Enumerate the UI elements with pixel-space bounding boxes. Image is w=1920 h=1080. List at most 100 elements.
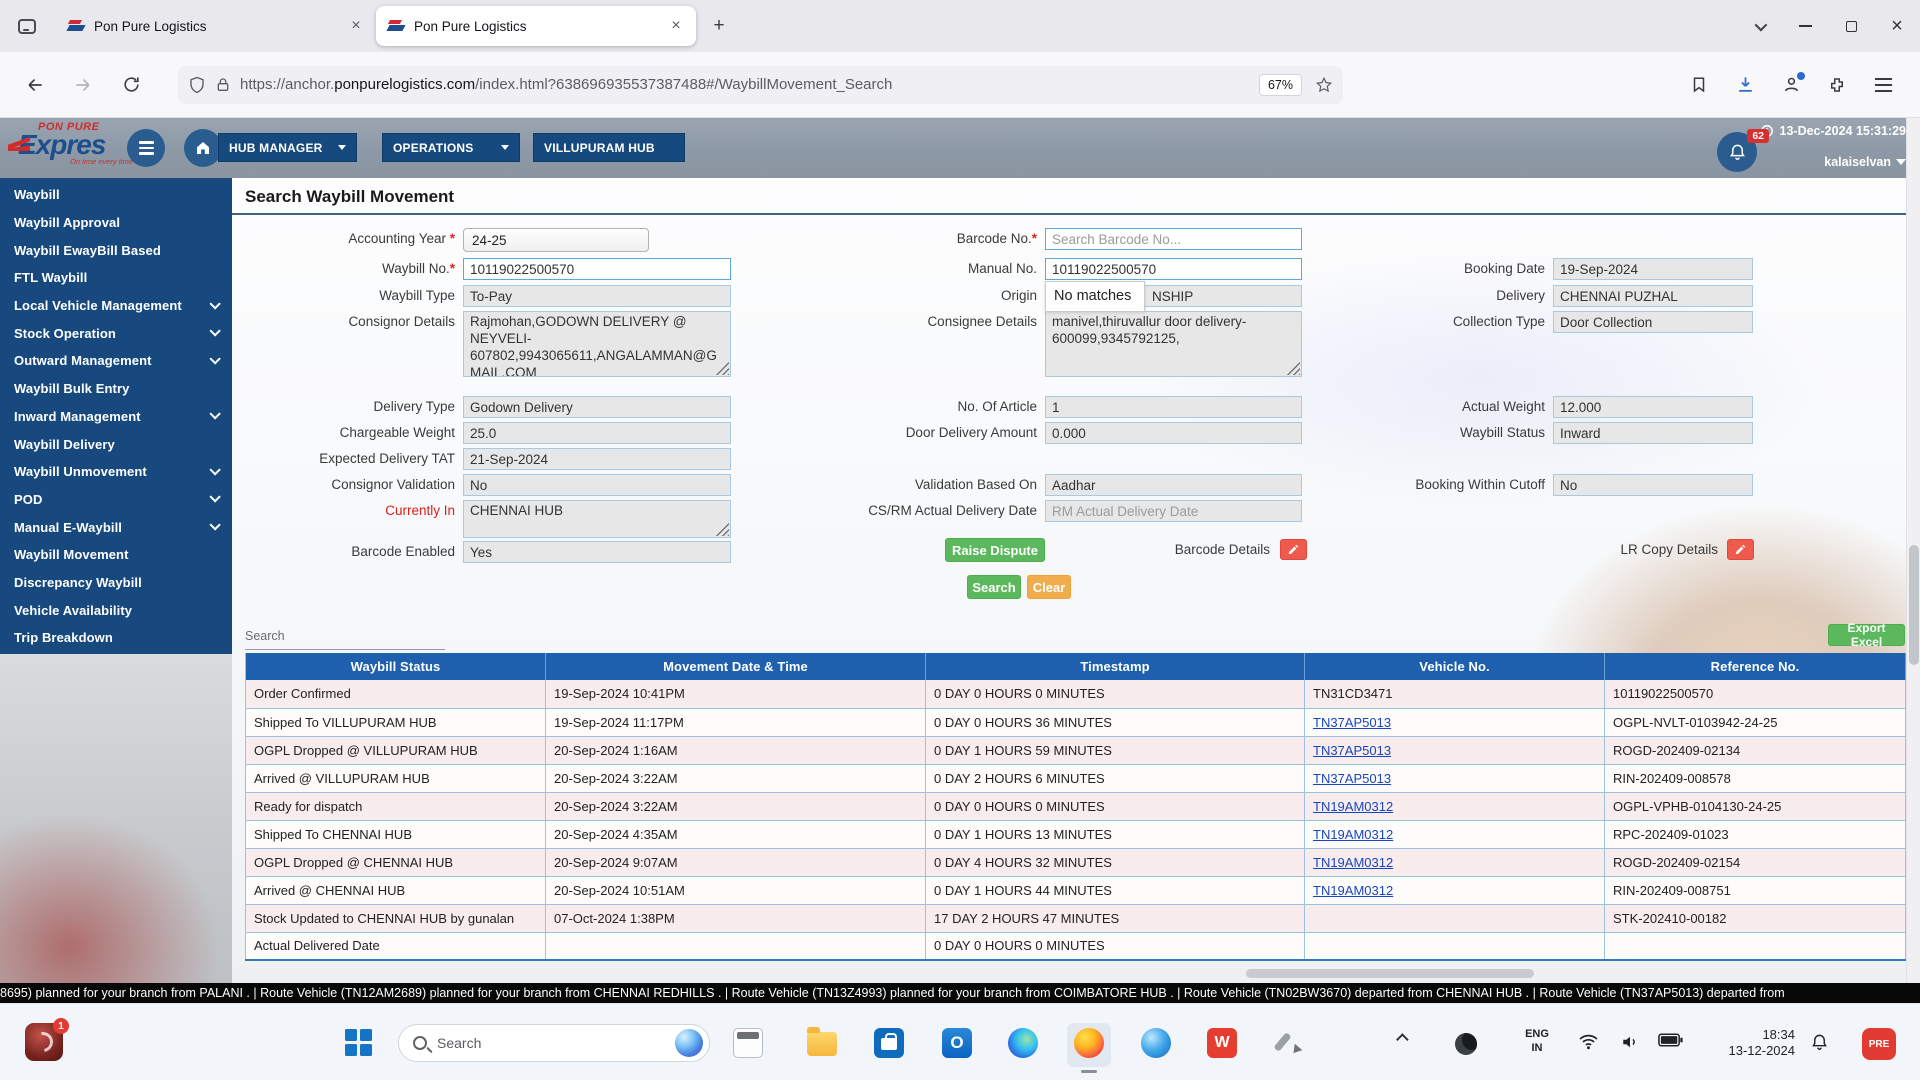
tab-close-icon[interactable]: ×: [346, 16, 366, 36]
cell-vehicle-no: [1305, 932, 1605, 960]
sidebar-item-waybill-unmovement[interactable]: Waybill Unmovement: [0, 458, 232, 486]
accounting-year-select[interactable]: [463, 228, 649, 252]
sidebar-item-label: Waybill Movement: [14, 547, 129, 562]
csrm-actual-delivery-date-input[interactable]: [1045, 500, 1302, 522]
outlook-icon[interactable]: O: [942, 1028, 972, 1058]
vehicle-link[interactable]: TN19AM0312: [1313, 827, 1393, 842]
window-maximize-button[interactable]: [1828, 5, 1874, 47]
skype-icon[interactable]: [1141, 1028, 1171, 1058]
extensions-icon[interactable]: [1826, 74, 1848, 96]
forward-icon[interactable]: [66, 68, 100, 102]
screen-recorder-badge[interactable]: PRE: [1862, 1028, 1896, 1060]
bookmark-star-icon[interactable]: [1315, 76, 1333, 94]
taskbar-search-box[interactable]: Search: [398, 1024, 710, 1062]
notifications-button[interactable]: 62: [1717, 132, 1757, 172]
vehicle-link[interactable]: TN37AP5013: [1313, 743, 1391, 758]
battery-icon[interactable]: [1658, 1033, 1683, 1047]
copilot-icon[interactable]: [675, 1029, 703, 1057]
reload-icon[interactable]: [114, 68, 148, 102]
window-minimize-button[interactable]: [1782, 5, 1828, 47]
sidebar-item-local-vehicle-management[interactable]: Local Vehicle Management: [0, 292, 232, 320]
tray-app-icon[interactable]: [1455, 1033, 1477, 1055]
browser-tab-1[interactable]: Pon Pure Logistics ×: [56, 6, 376, 46]
barcode-details-edit-button[interactable]: [1280, 539, 1307, 560]
notifications-bell-icon[interactable]: [1810, 1033, 1829, 1052]
sidebar-item-waybill[interactable]: Waybill: [0, 181, 232, 209]
ms-store-icon[interactable]: [874, 1028, 904, 1058]
downloads-icon[interactable]: [1734, 74, 1756, 96]
lr-copy-details-edit-button[interactable]: [1727, 539, 1754, 560]
home-button[interactable]: [184, 129, 222, 167]
zoom-level-badge[interactable]: 67%: [1259, 74, 1302, 96]
hidden-icons-chevron[interactable]: [1400, 1033, 1409, 1042]
search-button[interactable]: Search: [967, 575, 1021, 599]
hub-dropdown[interactable]: VILLUPURAM HUB: [533, 133, 685, 162]
list-tabs-icon[interactable]: [1736, 5, 1782, 47]
delivery-type-input: [463, 396, 731, 418]
waybill-type-input: [463, 285, 731, 307]
manual-no-input[interactable]: [1045, 258, 1302, 280]
field-barcode-no: Barcode No.*: [1045, 228, 1302, 250]
wps-office-icon[interactable]: W: [1207, 1028, 1237, 1058]
sidebar-item-manual-e-waybill[interactable]: Manual E-Waybill: [0, 513, 232, 541]
sidebar-item-ftl-waybill[interactable]: FTL Waybill: [0, 264, 232, 292]
lock-icon[interactable]: [215, 77, 231, 93]
user-menu[interactable]: kalaiselvan: [1824, 155, 1906, 169]
vehicle-link[interactable]: TN37AP5013: [1313, 715, 1391, 730]
firefox-view-icon[interactable]: [10, 9, 44, 43]
vehicle-link[interactable]: TN19AM0312: [1313, 799, 1393, 814]
horizontal-scrollbar-thumb[interactable]: [1246, 969, 1534, 978]
new-tab-button[interactable]: +: [704, 11, 734, 41]
pen-tool-icon[interactable]: [1273, 1028, 1303, 1058]
sidebar-item-pod[interactable]: POD: [0, 486, 232, 514]
sidebar-item-inward-management[interactable]: Inward Management: [0, 403, 232, 431]
wifi-icon[interactable]: [1578, 1033, 1599, 1050]
chevron-down-icon: [209, 298, 220, 309]
vertical-scrollbar-thumb[interactable]: [1909, 545, 1919, 665]
start-button[interactable]: [345, 1029, 373, 1057]
file-explorer-icon[interactable]: [807, 1028, 837, 1058]
sidebar-item-waybill-ewaybill-based[interactable]: Waybill EwayBill Based: [0, 236, 232, 264]
sidebar-item-discrepancy-waybill[interactable]: Discrepancy Waybill: [0, 569, 232, 597]
sidebar-item-waybill-approval[interactable]: Waybill Approval: [0, 209, 232, 237]
module-dropdown[interactable]: OPERATIONS: [382, 133, 520, 162]
menu-icon[interactable]: [1872, 74, 1894, 96]
sidebar-item-vehicle-availability[interactable]: Vehicle Availability: [0, 596, 232, 624]
volume-icon[interactable]: [1620, 1033, 1640, 1051]
firefox-icon[interactable]: [1074, 1028, 1104, 1058]
taskbar-corner-app-icon[interactable]: 1: [25, 1023, 63, 1061]
role-dropdown[interactable]: HUB MANAGER: [218, 133, 357, 162]
export-excel-button[interactable]: Export Excel: [1828, 624, 1905, 646]
field-consignor-validation: Consignor Validation: [463, 474, 731, 496]
menu-toggle-button[interactable]: [127, 129, 165, 167]
sidebar-item-trip-breakdown[interactable]: Trip Breakdown: [0, 624, 232, 652]
browser-tab-2-active[interactable]: Pon Pure Logistics ×: [376, 6, 696, 46]
save-to-pocket-icon[interactable]: [1688, 74, 1710, 96]
back-icon[interactable]: [18, 68, 52, 102]
edge-icon[interactable]: [1008, 1028, 1038, 1058]
sidebar-item-waybill-movement[interactable]: Waybill Movement: [0, 541, 232, 569]
vertical-scrollbar[interactable]: [1906, 118, 1920, 983]
window-close-button[interactable]: ×: [1874, 5, 1920, 47]
clear-button[interactable]: Clear: [1027, 575, 1071, 599]
url-bar[interactable]: https://anchor.ponpurelogistics.com/inde…: [178, 66, 1343, 104]
vehicle-link[interactable]: TN19AM0312: [1313, 855, 1393, 870]
sidebar-item-outward-management[interactable]: Outward Management: [0, 347, 232, 375]
url-text: https://anchor.ponpurelogistics.com/inde…: [240, 76, 1250, 93]
vehicle-link[interactable]: TN37AP5013: [1313, 771, 1391, 786]
taskbar-clock[interactable]: 18:3413-12-2024: [1700, 1027, 1795, 1059]
sidebar-item-waybill-bulk-entry[interactable]: Waybill Bulk Entry: [0, 375, 232, 403]
sidebar-item-stock-operation[interactable]: Stock Operation: [0, 319, 232, 347]
vehicle-link[interactable]: TN19AM0312: [1313, 883, 1393, 898]
tracking-shield-icon[interactable]: [188, 76, 206, 94]
raise-dispute-button[interactable]: Raise Dispute: [945, 538, 1045, 562]
table-search-input[interactable]: Search: [245, 626, 445, 650]
account-icon[interactable]: [1780, 74, 1802, 96]
waybill-no-input[interactable]: [463, 258, 731, 280]
tab-close-icon[interactable]: ×: [666, 16, 686, 36]
sidebar-item-waybill-delivery[interactable]: Waybill Delivery: [0, 430, 232, 458]
barcode-no-input[interactable]: [1045, 228, 1302, 250]
horizontal-scrollbar-track[interactable]: [232, 967, 1906, 980]
language-indicator[interactable]: ENGIN: [1520, 1027, 1554, 1055]
app-window-icon[interactable]: [733, 1028, 763, 1058]
